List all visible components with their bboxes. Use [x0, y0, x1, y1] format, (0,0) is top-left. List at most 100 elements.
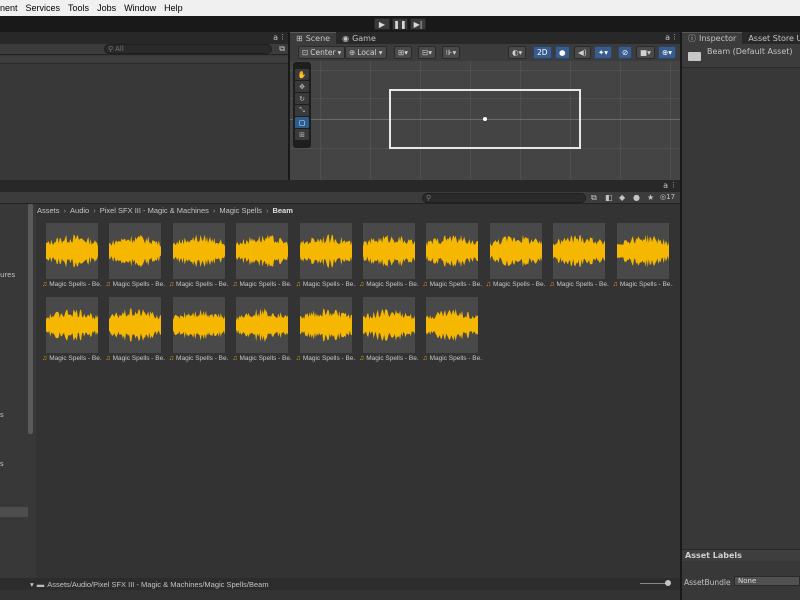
menu-dots-icon[interactable]: ⋮	[671, 33, 678, 41]
menu-dots-icon[interactable]: ⋮	[279, 33, 286, 41]
scene-toolbar: ⊡ Center ▾ ⊕ Local ▾ ⊞▾ ⊟▾ ⊪▾ ◐▾ 2D ● ◀)…	[290, 44, 680, 62]
asset-tile[interactable]: ♫ Magic Spells - Be...	[421, 297, 482, 365]
asset-name: Magic Spells - Be...	[302, 281, 356, 288]
lock-icon[interactable]: a	[273, 33, 278, 42]
scrollbar[interactable]	[28, 204, 33, 434]
asset-tile[interactable]: ♫ Magic Spells - Be...	[358, 297, 419, 365]
menu-help[interactable]: Help	[160, 3, 187, 13]
menu-services[interactable]: Services	[22, 3, 65, 13]
snap-increment-button[interactable]: ⊟▾	[418, 46, 437, 59]
play-toolbar: ▶ ❚❚ ▶|	[0, 16, 800, 32]
gizmos-dropdown[interactable]: ⊕▾	[658, 46, 677, 59]
menu-dots-icon[interactable]: ⋮	[670, 181, 677, 189]
asset-tile[interactable]: ♫ Magic Spells - Be...	[548, 223, 609, 291]
asset-tile[interactable]: ♫ Magic Spells - Be...	[168, 223, 229, 291]
2d-toggle[interactable]: 2D	[533, 46, 552, 59]
label-tag-icon[interactable]: ◆	[619, 193, 625, 202]
warning-icon[interactable]: ●	[633, 193, 640, 202]
search-by-type-icon[interactable]: ⧉	[591, 193, 597, 203]
pause-button[interactable]: ❚❚	[392, 18, 408, 30]
asset-name: Magic Spells - Be...	[176, 281, 229, 288]
effects-dropdown[interactable]: ✦▾	[594, 46, 613, 59]
inspector-tabbar: ⓘ Inspector Asset Store Uploade	[682, 32, 800, 44]
waveform-thumbnail	[172, 223, 225, 279]
tab-inspector-label: Inspector	[699, 34, 737, 43]
folder-item[interactable]: ures	[0, 271, 15, 279]
breadcrumb-item[interactable]: Beam	[272, 206, 292, 215]
tab-asset-store[interactable]: Asset Store Uploade	[742, 32, 800, 44]
assetbundle-dropdown[interactable]: None	[734, 576, 800, 586]
breadcrumb-item[interactable]: Assets	[37, 206, 60, 215]
breadcrumb-item[interactable]: Audio	[70, 206, 89, 215]
waveform-graphic	[299, 308, 352, 342]
asset-tile[interactable]: ♫ Magic Spells - Be...	[104, 297, 165, 365]
asset-tile[interactable]: ♫ Magic Spells - Be...	[612, 223, 673, 291]
menu-tools[interactable]: Tools	[64, 3, 93, 13]
tab-inspector[interactable]: ⓘ Inspector	[682, 32, 743, 44]
lock-icon[interactable]: a	[663, 181, 668, 190]
visibility-toggle[interactable]: ⊘	[618, 46, 633, 59]
asset-labels-header[interactable]: Asset Labels	[682, 549, 800, 561]
space-label: Local	[357, 48, 377, 57]
audio-toggle[interactable]: ◀)	[574, 46, 591, 59]
waveform-thumbnail	[236, 297, 289, 353]
lock-icon[interactable]: a	[665, 33, 670, 42]
camera-gizmo[interactable]	[483, 117, 487, 121]
asset-label: ♫ Magic Spells - Be...	[232, 355, 292, 362]
hierarchy-search[interactable]: ⚲ All	[104, 44, 272, 54]
hand-tool-icon[interactable]: ✋	[295, 69, 309, 80]
space-dropdown[interactable]: ⊕ Local ▾	[345, 46, 387, 59]
grid-snap-button[interactable]: ⊞▾	[394, 46, 413, 59]
camera-dropdown[interactable]: ■▾	[636, 46, 655, 59]
hierarchy-row[interactable]	[0, 56, 288, 64]
lighting-toggle[interactable]: ●	[555, 46, 570, 59]
tools-handle[interactable]	[295, 64, 309, 68]
breadcrumb-item[interactable]: Pixel SFX III - Magic & Machines	[100, 206, 209, 215]
vertex-snap-button[interactable]: ⊪▾	[442, 46, 461, 59]
scene-viewport[interactable]	[290, 61, 680, 180]
project-search[interactable]: ⚲	[422, 193, 586, 203]
menu-window[interactable]: Window	[120, 3, 160, 13]
folder-item[interactable]: s	[0, 460, 4, 468]
asset-tile[interactable]: ♫ Magic Spells - Be...	[421, 223, 482, 291]
rect-tool-icon[interactable]: ▢	[295, 117, 309, 128]
waveform-graphic	[426, 308, 479, 342]
asset-tile[interactable]: ♫ Magic Spells - Be...	[358, 223, 419, 291]
zoom-slider[interactable]	[640, 580, 671, 586]
rotate-tool-icon[interactable]: ↻	[295, 93, 309, 104]
tab-game[interactable]: ◉ Game	[336, 32, 382, 44]
asset-tile[interactable]: ♫ Magic Spells - Be...	[231, 223, 292, 291]
asset-tile[interactable]: ♫ Magic Spells - Be...	[168, 297, 229, 365]
filter-icon[interactable]: ◧	[605, 193, 613, 202]
audio-clip-icon: ♫	[42, 281, 48, 288]
asset-tile[interactable]: ♫ Magic Spells - Be...	[41, 297, 102, 365]
move-tool-icon[interactable]: ✥	[295, 81, 309, 92]
asset-tile[interactable]: ♫ Magic Spells - Be...	[41, 223, 102, 291]
asset-tile[interactable]: ♫ Magic Spells - Be...	[485, 223, 546, 291]
scale-tool-icon[interactable]: ⤡	[295, 105, 309, 116]
zoom-slider-thumb[interactable]	[665, 580, 671, 586]
audio-clip-icon: ♫	[168, 281, 175, 288]
pivot-dropdown[interactable]: ⊡ Center ▾	[298, 46, 346, 59]
star-icon[interactable]: ★	[647, 193, 654, 202]
menu-jobs[interactable]: Jobs	[93, 3, 120, 13]
step-button[interactable]: ▶|	[410, 18, 426, 30]
asset-grid: ♫ Magic Spells - Be... ♫ Magic Spells - Be.…	[37, 216, 680, 576]
play-button[interactable]: ▶	[374, 18, 390, 30]
asset-tile[interactable]: ♫ Magic Spells - Be...	[295, 297, 356, 365]
scene-tabbar: ⊞ Scene ◉ Game a ⋮	[290, 32, 680, 44]
folder-item-selected[interactable]	[0, 507, 28, 517]
count-label: 17	[666, 193, 676, 201]
asset-tile[interactable]: ♫ Magic Spells - Be...	[295, 223, 356, 291]
tab-scene[interactable]: ⊞ Scene	[290, 32, 337, 44]
asset-tile[interactable]: ♫ Magic Spells - Be...	[231, 297, 292, 365]
menu-component[interactable]: nent	[0, 3, 22, 13]
draw-mode-dropdown[interactable]: ◐▾	[508, 46, 527, 59]
2d-label: 2D	[537, 48, 548, 57]
transform-tool-icon[interactable]: ⊞	[295, 129, 309, 140]
folder-item[interactable]: s	[0, 411, 4, 419]
filter-icon[interactable]: ⧉	[279, 44, 285, 54]
asset-label: ♫ Magic Spells - Be...	[486, 281, 546, 288]
asset-tile[interactable]: ♫ Magic Spells - Be...	[104, 223, 165, 291]
breadcrumb-item[interactable]: Magic Spells	[219, 206, 262, 215]
